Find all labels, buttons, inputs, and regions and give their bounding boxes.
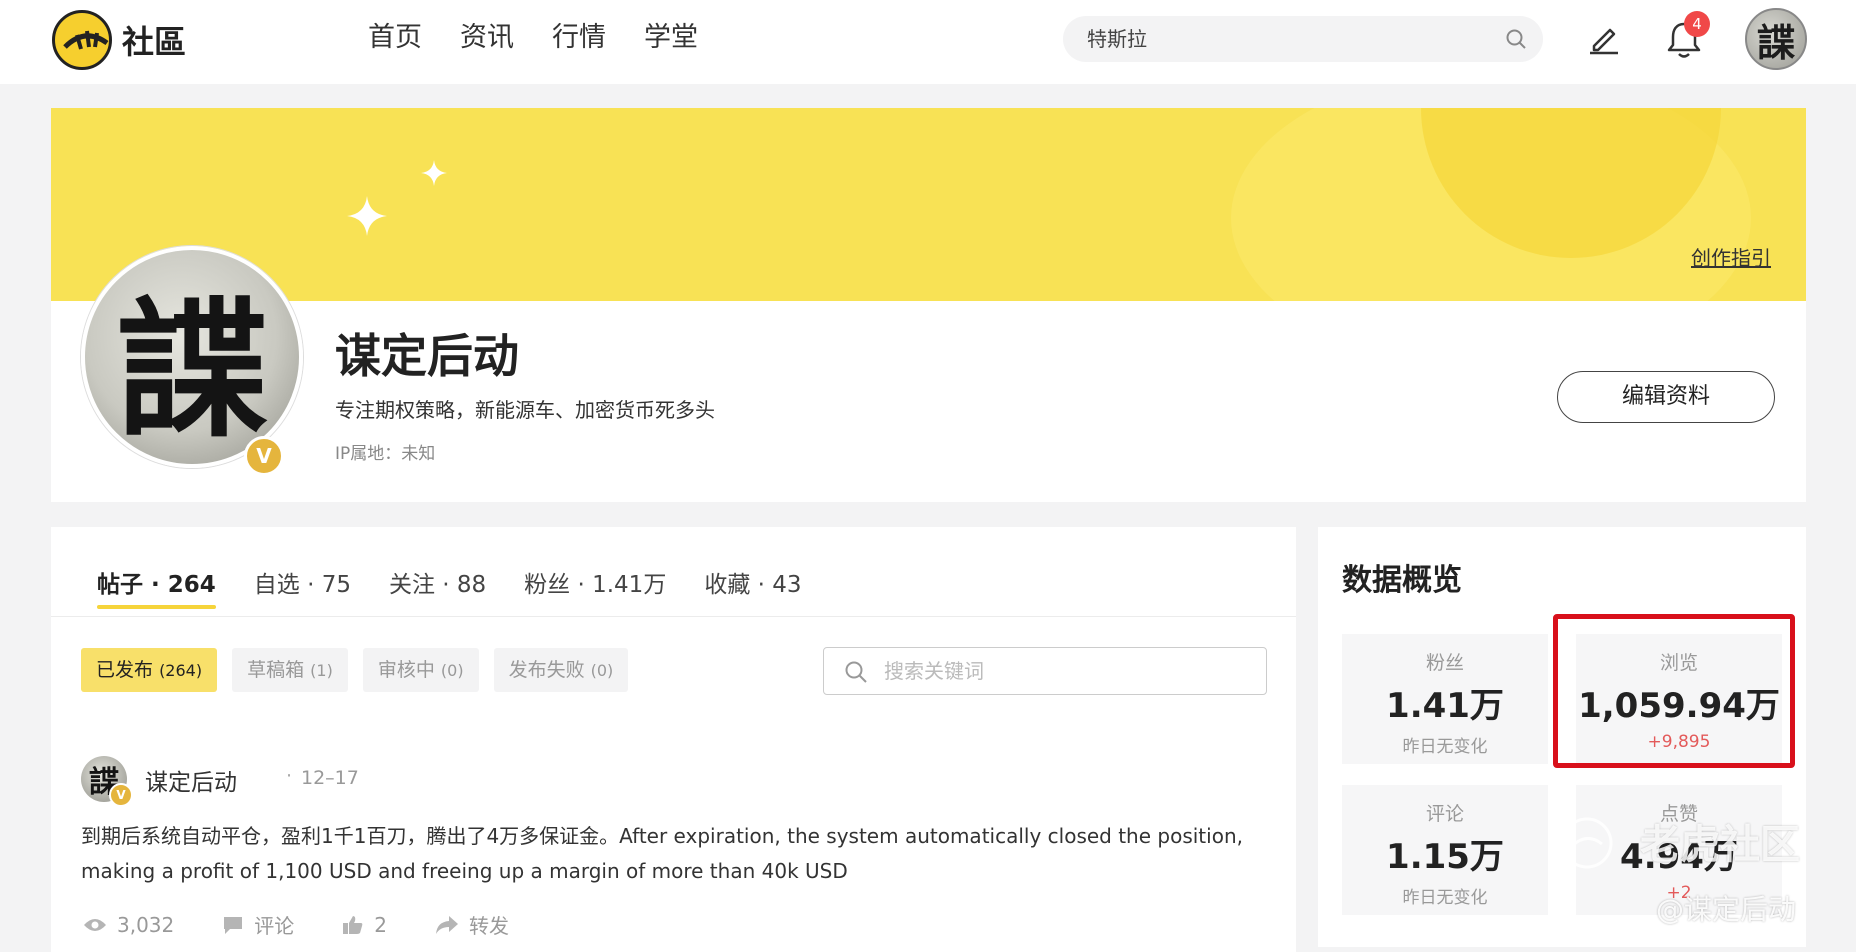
logo[interactable]: 社區 (52, 10, 186, 70)
creation-guide-link[interactable]: 创作指引 (1691, 242, 1771, 271)
like-button[interactable]: 2 (342, 913, 387, 937)
filter-reviewing[interactable]: 审核中 (0) (362, 648, 479, 692)
post-author-name[interactable]: 谋定后动 (145, 763, 237, 797)
separator: · (286, 765, 293, 787)
search-icon (844, 660, 868, 688)
nav-news[interactable]: 资讯 (460, 18, 514, 58)
sparkle-icon (347, 196, 387, 240)
share-arrow-icon (436, 915, 458, 934)
profile-tabs: 帖子 · 264 自选 · 75 关注 · 88 粉丝 · 1.41万 收藏 ·… (97, 569, 840, 609)
profile-banner: 创作指引 (51, 108, 1806, 301)
notification-badge: 4 (1684, 11, 1710, 37)
post-search-input[interactable] (884, 648, 1254, 694)
views-count: 3,032 (83, 913, 174, 937)
share-button[interactable]: 转发 (435, 910, 509, 939)
stat-followers[interactable]: 粉丝 1.41万 昨日无变化 (1342, 634, 1548, 764)
profile-bio: 专注期权策略，新能源车、加密货币死多头 (335, 398, 715, 422)
edit-profile-button[interactable]: 编辑资料 (1557, 371, 1775, 423)
tab-watchlist[interactable]: 自选 · 75 (254, 569, 351, 609)
tab-posts[interactable]: 帖子 · 264 (97, 569, 216, 609)
nav-home[interactable]: 首页 (368, 18, 422, 58)
filter-failed[interactable]: 发布失败 (0) (493, 648, 629, 692)
post-actions: 3,032 评论 2 转发 (83, 910, 557, 939)
stat-likes[interactable]: 点赞 4.94万 +2 (1576, 785, 1782, 915)
profile-name: 谋定后动 (335, 329, 519, 383)
stat-views[interactable]: 浏览 1,059.94万 +9,895 (1576, 634, 1782, 764)
main-nav: 首页 资讯 行情 学堂 (368, 18, 736, 58)
filter-published[interactable]: 已发布 (264) (81, 648, 218, 692)
data-overview-panel: 数据概览 粉丝 1.41万 昨日无变化 浏览 1,059.94万 +9,895 … (1318, 527, 1806, 947)
post-status-filters: 已发布 (264) 草稿箱 (1) 审核中 (0) 发布失败 (0) (81, 648, 643, 692)
thumbs-up-icon (343, 915, 363, 934)
profile-avatar[interactable]: 諜 (81, 246, 303, 468)
post-body[interactable]: 到期后系统自动平仓，盈利1千1百刀，腾出了4万多保证金。After expira… (81, 819, 1281, 889)
comment-button[interactable]: 评论 (222, 910, 294, 939)
overview-title: 数据概览 (1342, 563, 1462, 598)
global-search-input[interactable] (1087, 16, 1487, 62)
tiger-logo-icon (52, 10, 112, 70)
profile-card: 创作指引 諜 V 谋定后动 专注期权策略，新能源车、加密货币死多头 IP属地：未… (51, 108, 1806, 502)
post-search (823, 647, 1267, 695)
tab-favorites[interactable]: 收藏 · 43 (704, 569, 801, 609)
tab-followers[interactable]: 粉丝 · 1.41万 (524, 569, 666, 609)
verified-badge-icon: V (109, 783, 133, 807)
filter-drafts[interactable]: 草稿箱 (1) (232, 648, 348, 692)
stat-comments[interactable]: 评论 1.15万 昨日无变化 (1342, 785, 1548, 915)
post-date: 12–17 (301, 767, 359, 789)
eye-icon (84, 918, 106, 931)
compose-pen-icon[interactable] (1586, 20, 1622, 60)
nav-market[interactable]: 行情 (552, 18, 606, 58)
posts-panel: 帖子 · 264 自选 · 75 关注 · 88 粉丝 · 1.41万 收藏 ·… (51, 527, 1296, 952)
verified-badge-icon: V (244, 436, 284, 476)
search-icon[interactable] (1505, 28, 1527, 54)
top-navbar: 社區 首页 资讯 行情 学堂 4 諜 (0, 0, 1856, 84)
divider (51, 616, 1296, 617)
tab-following[interactable]: 关注 · 88 (389, 569, 486, 609)
nav-academy[interactable]: 学堂 (644, 18, 698, 58)
user-avatar[interactable]: 諜 (1745, 8, 1807, 70)
comment-icon (224, 916, 243, 934)
sparkle-icon (421, 160, 447, 190)
global-search (1063, 16, 1543, 62)
profile-ip-location: IP属地：未知 (335, 444, 436, 464)
logo-text: 社區 (122, 23, 187, 61)
